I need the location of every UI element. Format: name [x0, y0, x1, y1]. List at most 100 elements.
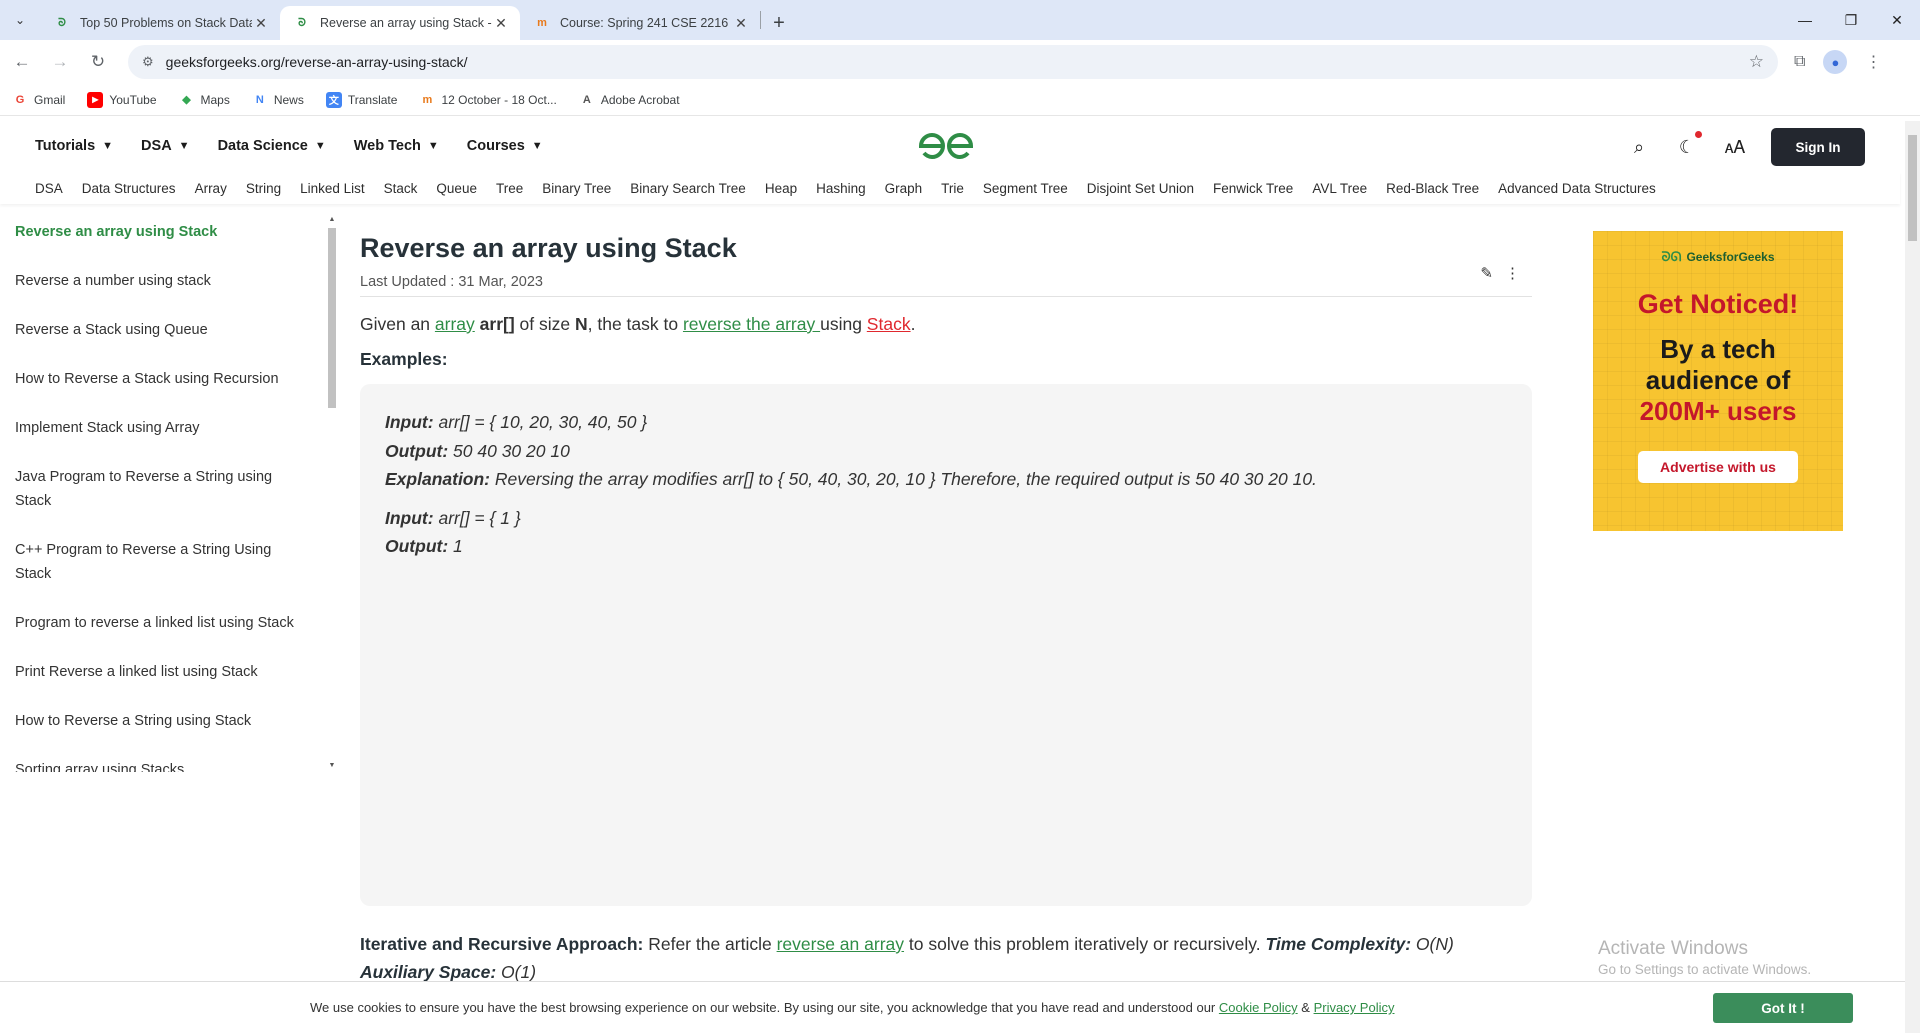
subnav-item[interactable]: Tree [496, 181, 523, 196]
browser-tab[interactable]: ᘐ Top 50 Problems on Stack Data ✕ [40, 6, 280, 40]
sign-in-button[interactable]: Sign In [1771, 128, 1865, 166]
profile-avatar-icon[interactable]: ● [1823, 50, 1848, 74]
sidebar-item[interactable]: Print Reverse a linked list using Stack [0, 660, 320, 684]
subnav-item[interactable]: Fenwick Tree [1213, 181, 1293, 196]
sidebar-item[interactable]: How to Reverse a String using Stack [0, 709, 320, 733]
reverse-an-array-link[interactable]: reverse an array [777, 934, 904, 954]
privacy-policy-link[interactable]: Privacy Policy [1314, 1000, 1395, 1015]
bookmark-maps[interactable]: ◆ Maps [179, 92, 230, 108]
gfg-logo[interactable] [915, 129, 977, 163]
site-info-icon[interactable]: ⚙ [142, 54, 154, 70]
subnav-item[interactable]: AVL Tree [1312, 181, 1367, 196]
got-it-button[interactable]: Got It ! [1713, 993, 1853, 1023]
subnav-item[interactable]: Trie [941, 181, 964, 196]
scroll-up-arrow-icon[interactable]: ▲ [326, 216, 338, 226]
chevron-down-icon: ▼ [427, 140, 439, 152]
scrollbar-thumb[interactable] [328, 228, 336, 408]
sidebar-item[interactable]: Program to reverse a linked list using S… [0, 611, 320, 635]
time-complexity-value: O(N) [1411, 934, 1454, 954]
cookie-policy-link[interactable]: Cookie Policy [1219, 1000, 1298, 1015]
reload-icon[interactable]: ↻ [82, 46, 114, 78]
subnav-item[interactable]: Advanced Data Structures [1498, 181, 1656, 196]
sidebar-item[interactable]: How to Reverse a Stack using Recursion [0, 367, 320, 391]
sidebar-scrollbar[interactable]: ▲ ▼ [326, 216, 338, 772]
bookmark-gmail[interactable]: G Gmail [12, 92, 66, 108]
bookmark-youtube[interactable]: ▶ YouTube [87, 91, 157, 108]
subnav-item[interactable]: Heap [765, 181, 797, 196]
browser-tab[interactable]: m Course: Spring 241 CSE 2216 (L ✕ [520, 6, 760, 40]
ad-brand: ᘐᘏ GeeksforGeeks [1593, 249, 1843, 265]
translate-icon[interactable]: 🗚 [1723, 135, 1747, 159]
more-options-icon[interactable]: ⋮ [1505, 264, 1520, 282]
close-icon[interactable]: ✕ [732, 15, 750, 32]
sidebar-item[interactable]: Reverse a Stack using Queue [0, 318, 320, 342]
ad-line: 200M+ users [1639, 396, 1797, 426]
minimize-icon[interactable]: — [1782, 0, 1828, 40]
nav-web-tech[interactable]: Web Tech ▼ [354, 138, 439, 154]
subnav-item[interactable]: Graph [885, 181, 923, 196]
sidebar-item[interactable]: Sorting array using Stacks [0, 758, 320, 772]
subnav-item[interactable]: Binary Tree [542, 181, 611, 196]
reverse-array-link[interactable]: reverse the array [683, 314, 820, 334]
array-link[interactable]: array [435, 314, 475, 334]
window-close-icon[interactable]: ✕ [1874, 0, 1920, 40]
url-text[interactable]: geeksforgeeks.org/reverse-an-array-using… [166, 54, 1749, 70]
subnav-item[interactable]: Disjoint Set Union [1087, 181, 1194, 196]
address-bar[interactable]: ⚙ geeksforgeeks.org/reverse-an-array-usi… [128, 45, 1778, 79]
edit-pencil-icon[interactable]: ✎ [1480, 264, 1493, 282]
restore-icon[interactable]: ❐ [1828, 0, 1874, 40]
bookmark-acrobat[interactable]: A Adobe Acrobat [579, 92, 680, 108]
sidebar-item-active[interactable]: Reverse an array using Stack [0, 220, 320, 244]
sidebar-item[interactable]: Java Program to Reverse a String using S… [0, 465, 320, 513]
dark-mode-moon-icon[interactable]: ☾ [1675, 131, 1702, 159]
subnav-item[interactable]: Stack [384, 181, 418, 196]
bookmark-news[interactable]: N News [252, 92, 304, 108]
example1-explanation: Explanation: Reversing the array modifie… [385, 465, 1507, 494]
subnav-item[interactable]: DSA [35, 181, 63, 196]
chevron-down-icon: ▼ [102, 140, 114, 152]
menu-kebab-icon[interactable]: ⋮ [1865, 52, 1881, 72]
subnav-item[interactable]: Linked List [300, 181, 365, 196]
aux-space-value: O(1) [496, 962, 537, 982]
forward-arrow-icon[interactable]: → [44, 46, 76, 78]
subnav-item[interactable]: Binary Search Tree [630, 181, 746, 196]
stack-link[interactable]: Stack [867, 314, 911, 334]
tab-search-icon[interactable]: ⌄ [0, 0, 40, 40]
subnav-item[interactable]: Hashing [816, 181, 866, 196]
nav-courses[interactable]: Courses ▼ [467, 138, 543, 154]
extensions-puzzle-icon[interactable]: ⧉ [1794, 53, 1805, 71]
subnav-item[interactable]: Red-Black Tree [1386, 181, 1479, 196]
advertisement-banner[interactable]: ᘐᘏ GeeksforGeeks Get Noticed! By a tech a… [1593, 231, 1843, 531]
subnav-item[interactable]: Queue [436, 181, 477, 196]
examples-block: Input: arr[] = { 10, 20, 30, 40, 50 } Ou… [360, 384, 1532, 906]
close-icon[interactable]: ✕ [252, 15, 270, 32]
bookmark-translate[interactable]: 文 Translate [325, 91, 398, 108]
browser-tab-active[interactable]: ᘐ Reverse an array using Stack - G ✕ [280, 6, 520, 40]
subnav-item[interactable]: Segment Tree [983, 181, 1068, 196]
search-icon[interactable]: ⌕ [1627, 135, 1651, 159]
close-icon[interactable]: ✕ [492, 15, 510, 32]
nav-dsa[interactable]: DSA ▼ [141, 138, 190, 154]
new-tab-plus-icon[interactable]: + [761, 6, 797, 40]
subnav-item[interactable]: Data Structures [82, 181, 176, 196]
tab-title: Reverse an array using Stack - G [320, 16, 492, 30]
page-scrollbar[interactable] [1905, 121, 1920, 1033]
advertise-button[interactable]: Advertise with us [1638, 451, 1798, 483]
back-arrow-icon[interactable]: ← [6, 46, 38, 78]
text: We use cookies to ensure you have the be… [310, 1000, 1219, 1015]
scroll-down-arrow-icon[interactable]: ▼ [326, 762, 338, 772]
ad-line: audience of [1645, 365, 1791, 395]
nav-tutorials[interactable]: Tutorials ▼ [35, 138, 113, 154]
bookmark-star-icon[interactable]: ☆ [1749, 52, 1764, 72]
subnav-item[interactable]: String [246, 181, 281, 196]
last-updated: Last Updated : 31 Mar, 2023 [360, 274, 543, 290]
scrollbar-thumb[interactable] [1908, 135, 1917, 241]
sidebar-item[interactable]: C++ Program to Reverse a String Using St… [0, 538, 320, 586]
bookmark-label: Translate [347, 92, 398, 107]
sidebar-item[interactable]: Implement Stack using Array [0, 416, 320, 440]
nav-data-science[interactable]: Data Science ▼ [218, 138, 326, 154]
bookmark-moodle[interactable]: m 12 October - 18 Oct... [419, 92, 557, 108]
bookmarks-bar: G Gmail ▶ YouTube ◆ Maps N News 文 Transl… [0, 84, 1920, 116]
subnav-item[interactable]: Array [195, 181, 227, 196]
sidebar-item[interactable]: Reverse a number using stack [0, 269, 320, 293]
